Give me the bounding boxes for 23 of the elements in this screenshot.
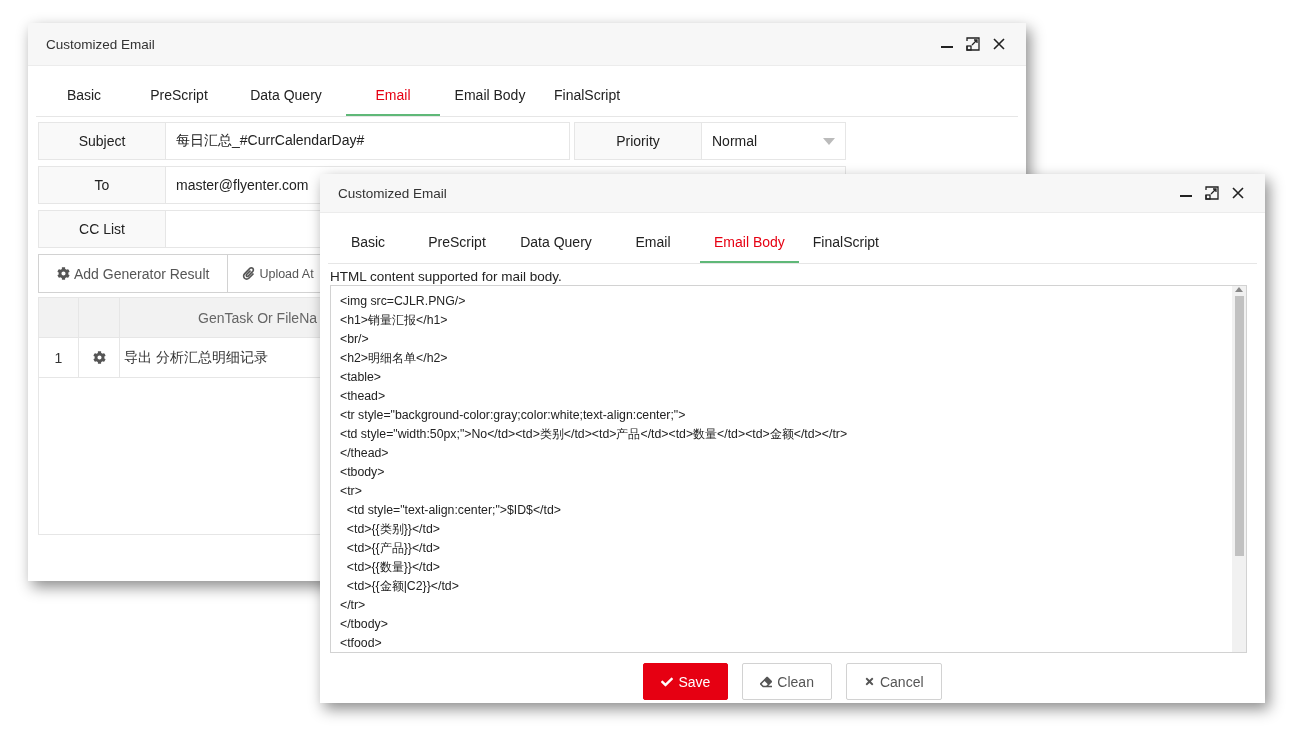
field-label: CC List [38,210,166,248]
code-line: </tr> [340,597,367,614]
code-line: <tfood> [340,635,383,652]
window-title: Customized Email [338,185,447,201]
window-title: Customized Email [46,36,155,52]
code-line: <td style="text-align:center;">$ID$</td> [345,502,562,519]
code-line: <td style="width:50px;">No</td><td>类别</td><td>产品</td><td>数量</td><td>金额</td></tr> [340,426,849,443]
code-line: </thead> [340,445,390,462]
field-label: Priority [574,122,702,160]
code-line: <tbody> [340,464,386,481]
field-label: Subject [38,122,166,160]
code-line: <td>{{类别}}</td> [345,521,441,538]
code-line: <tr> [340,483,363,500]
code-line: <td>{{数量}}</td> [345,559,441,576]
code-line: <h2>明细名单</h2> [340,350,449,367]
code-line: <td>{{产品}}</td> [345,540,441,557]
row-number: 1 [39,338,79,377]
code-line: <thead> [340,388,387,405]
code-line: <td>{{金额|C2}}</td> [345,578,460,595]
field-label: To [38,166,166,204]
code-line: </tbody> [340,616,389,633]
code-line: <h1>销量汇报</h1> [340,312,449,329]
code-line: <tr style="background-color:gray;color:white;text-align:center;"> [340,407,687,424]
